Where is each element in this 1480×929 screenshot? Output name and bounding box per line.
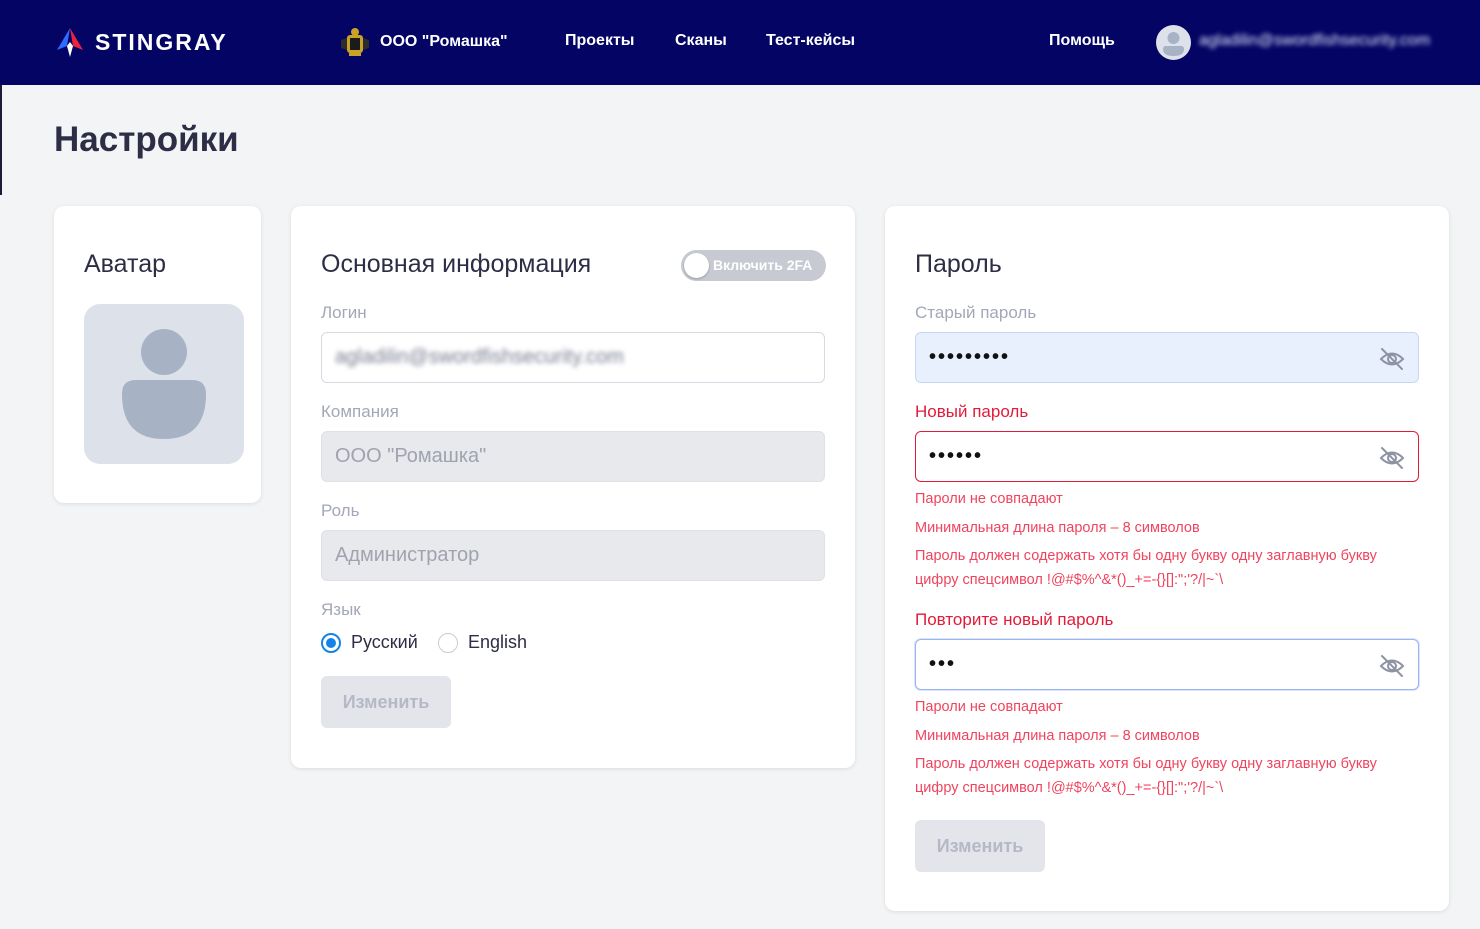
role-value: Администратор	[335, 544, 480, 566]
window-edge	[0, 85, 2, 195]
avatar-card: Аватар	[54, 206, 261, 503]
organization-selector[interactable]: ООО "Ромашка"	[338, 26, 508, 58]
company-label: Компания	[321, 402, 399, 421]
nav-help[interactable]: Помощь	[1049, 32, 1115, 50]
login-label: Логин	[321, 303, 367, 322]
new-password-error-charset: Пароль должен содержать хотя бы одну бук…	[915, 548, 1377, 588]
role-label: Роль	[321, 501, 360, 520]
basic-info-title: Основная информация	[321, 250, 592, 278]
user-silhouette-icon	[1163, 32, 1184, 56]
user-avatar[interactable]	[1156, 25, 1191, 60]
new-password-label: Новый пароль	[915, 402, 1029, 421]
eye-off-icon[interactable]	[1378, 345, 1406, 373]
page-title: Настройки	[54, 120, 239, 159]
password-card-title: Пароль	[915, 250, 1002, 278]
toggle-2fa-label: Включить 2FA	[713, 257, 813, 273]
avatar-image[interactable]	[84, 304, 244, 464]
company-field: ООО "Ромашка"	[321, 431, 825, 482]
language-option-russian[interactable]: Русский	[321, 632, 418, 653]
radio-russian-label: Русский	[351, 632, 418, 652]
organization-name: ООО "Ромашка"	[380, 33, 508, 50]
user-placeholder-icon	[122, 329, 206, 439]
login-field[interactable]: agladilin@swordfishsecurity.com	[321, 332, 825, 383]
radio-russian[interactable]	[321, 632, 341, 653]
radio-english-label: English	[468, 632, 528, 652]
password-card: Пароль Старый пароль ••••••••• Новый пар…	[885, 206, 1449, 911]
eye-off-icon[interactable]	[1378, 444, 1406, 472]
stingray-logo[interactable]: STINGRAY	[53, 27, 228, 57]
nav-projects[interactable]: Проекты	[565, 32, 634, 50]
coat-of-arms-icon	[341, 28, 369, 56]
repeat-password-error-mismatch: Пароли не совпадают	[915, 699, 1063, 715]
toggle-2fa[interactable]: Включить 2FA	[681, 250, 826, 281]
toggle-2fa-knob	[684, 253, 709, 278]
save-info-button[interactable]: Изменить	[321, 676, 451, 728]
login-value: agladilin@swordfishsecurity.com	[335, 346, 624, 368]
repeat-password-error-length: Минимальная длина пароля – 8 символов	[915, 728, 1200, 744]
top-navigation-bar: STINGRAY ООО "Ромашка" Проекты Сканы Тес…	[0, 0, 1480, 85]
brand-name: STINGRAY	[95, 28, 228, 55]
language-option-english[interactable]: English	[438, 632, 527, 653]
new-password-error-length: Минимальная длина пароля – 8 символов	[915, 520, 1200, 536]
radio-english[interactable]	[438, 632, 458, 653]
repeat-password-label: Повторите новый пароль	[915, 610, 1114, 629]
avatar-card-title: Аватар	[84, 250, 167, 278]
repeat-password-error-charset: Пароль должен содержать хотя бы одну бук…	[915, 756, 1377, 796]
stingray-logo-icon	[57, 28, 83, 57]
role-field: Администратор	[321, 530, 825, 581]
repeat-password-field[interactable]: •••	[915, 639, 1419, 690]
old-password-field[interactable]: •••••••••	[915, 332, 1419, 383]
old-password-label: Старый пароль	[915, 303, 1037, 322]
language-label: Язык	[321, 600, 361, 619]
change-password-button[interactable]: Изменить	[915, 820, 1045, 872]
basic-info-card: Основная информация Включить 2FA Логин a…	[291, 206, 855, 768]
eye-off-icon[interactable]	[1378, 652, 1406, 680]
nav-test-cases[interactable]: Тест-кейсы	[766, 32, 855, 50]
company-value: ООО "Ромашка"	[335, 445, 487, 467]
new-password-value: ••••••	[929, 445, 984, 467]
new-password-field[interactable]: ••••••	[915, 431, 1419, 482]
repeat-password-value: •••	[929, 653, 957, 675]
user-email[interactable]: agladilin@swordfishsecurity.com	[1199, 32, 1430, 50]
old-password-value: •••••••••	[929, 346, 1011, 368]
new-password-error-mismatch: Пароли не совпадают	[915, 491, 1063, 507]
nav-scans[interactable]: Сканы	[675, 32, 727, 50]
